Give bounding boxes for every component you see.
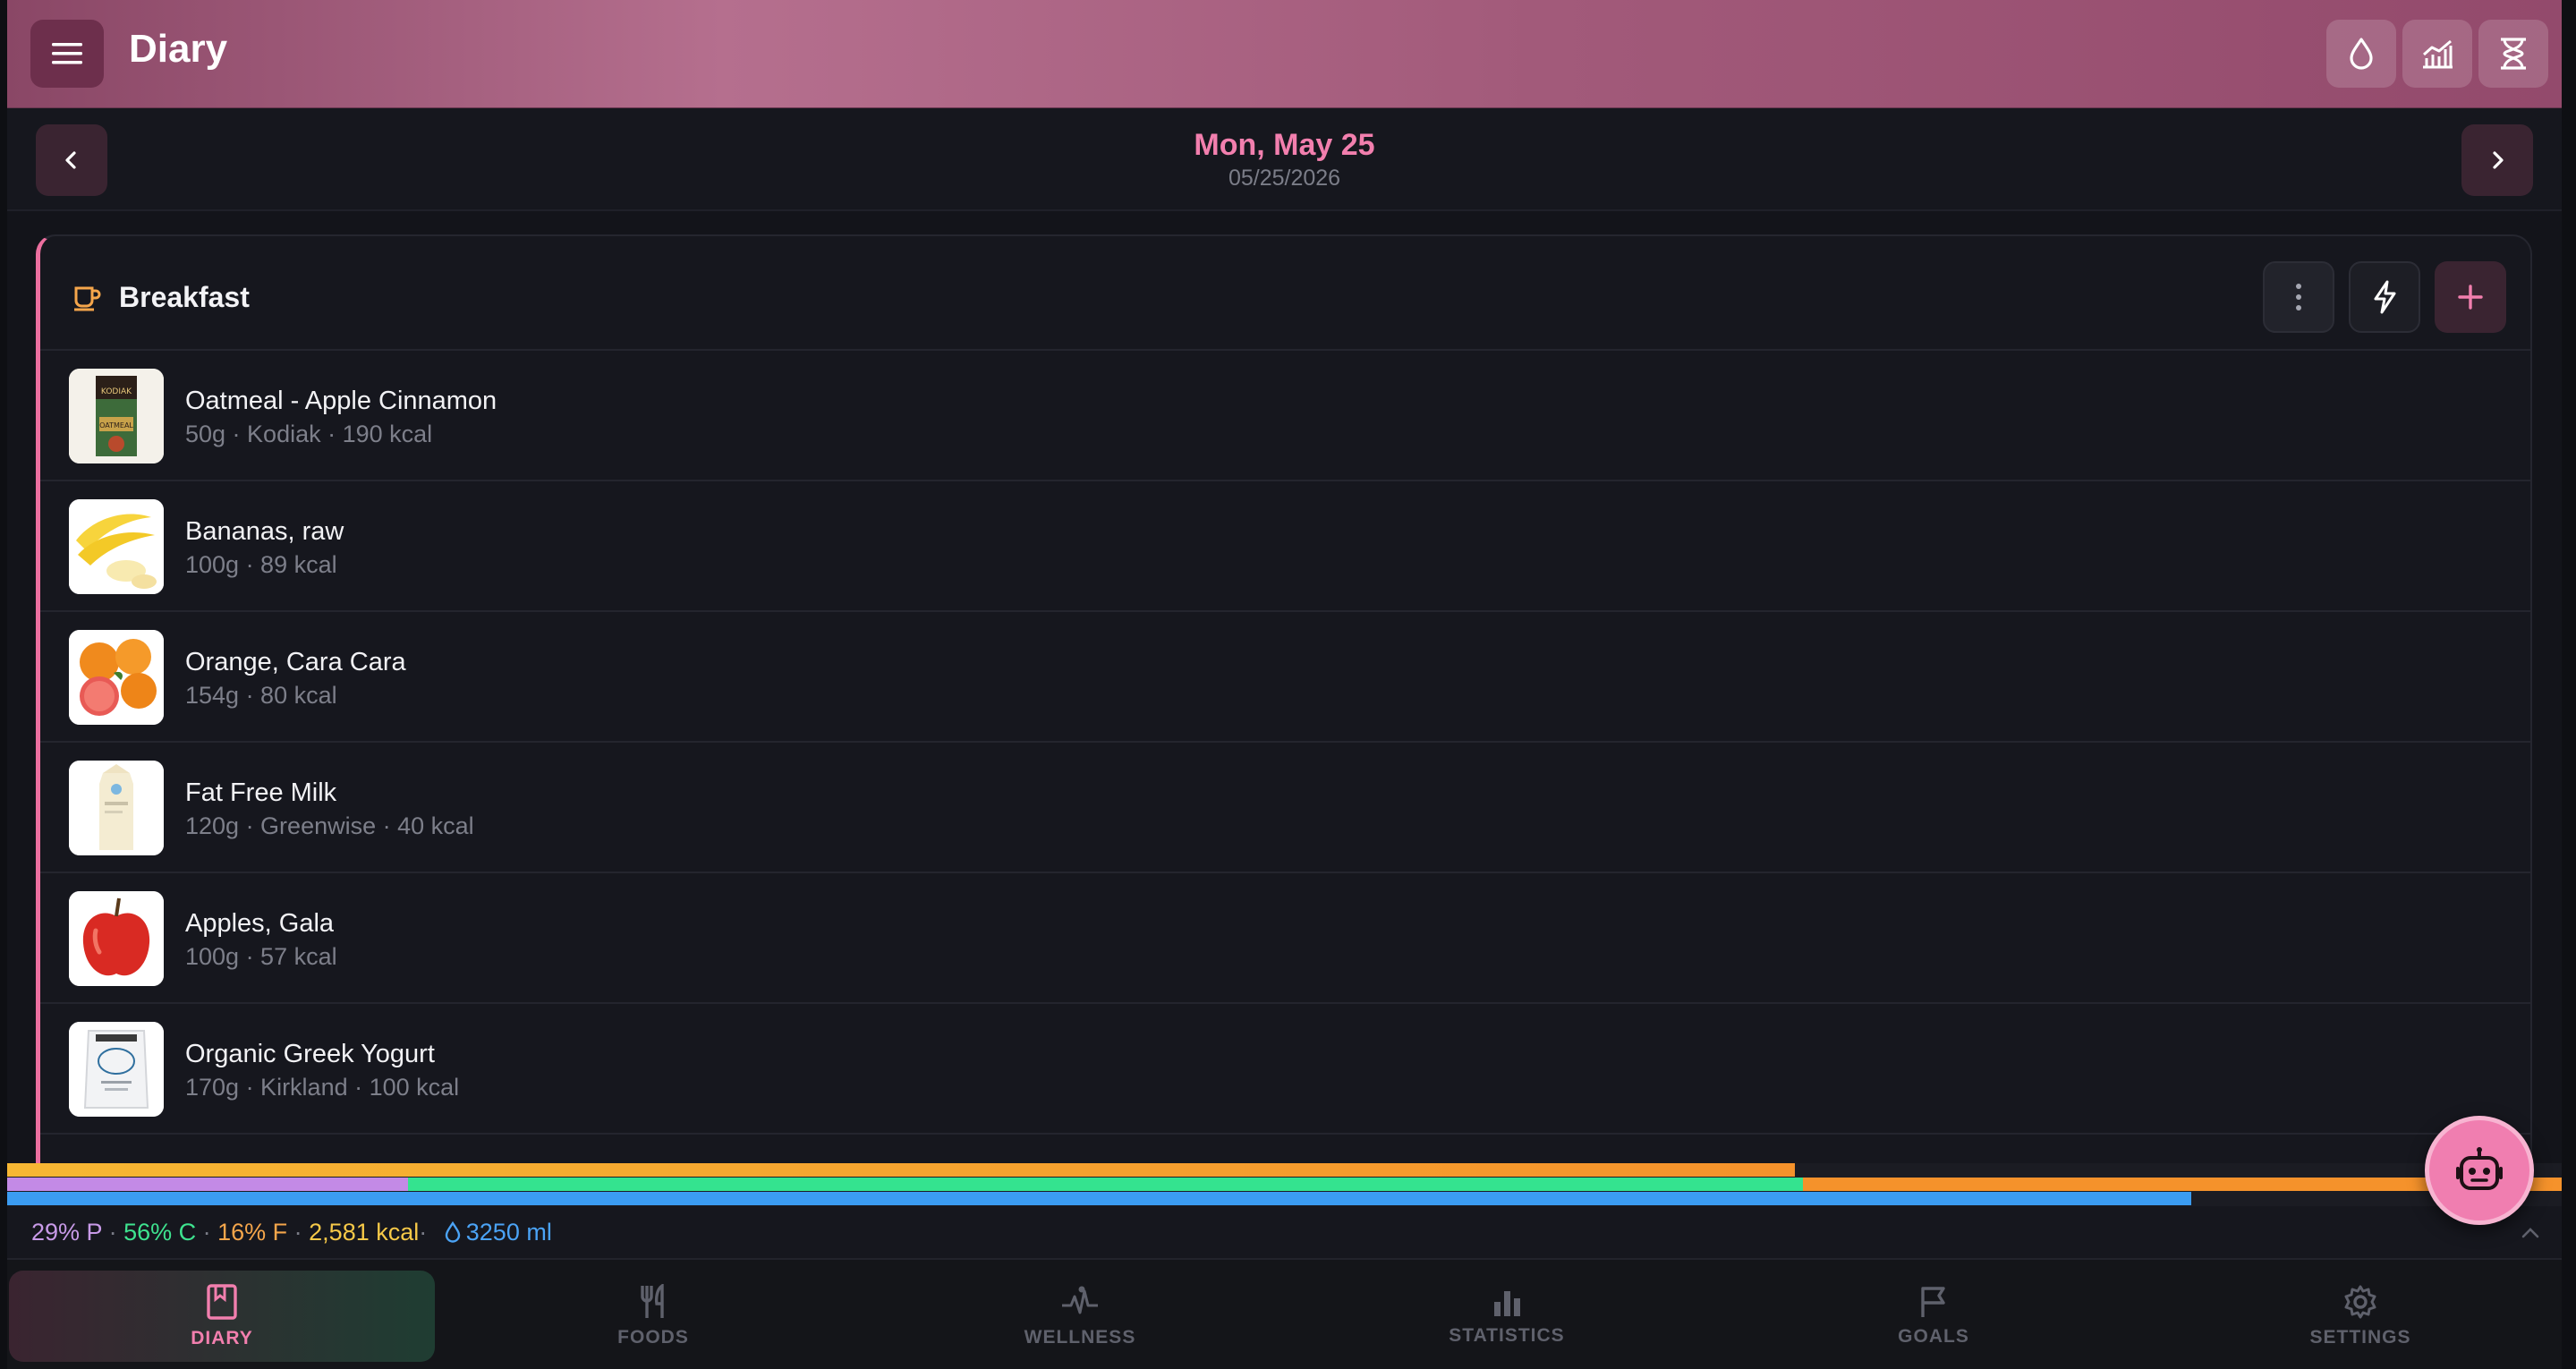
breakfast-card: Breakfast KODIAK OATMEAL Oatmeal - Apple… [36,234,2532,1165]
nav-wellness[interactable]: WELLNESS [867,1271,1293,1362]
meal-title: Breakfast [119,281,250,313]
food-details: 120g · Greenwise · 40 kcal [185,812,474,839]
separator: · [419,1219,428,1246]
add-food-button[interactable] [2435,261,2506,333]
food-row[interactable]: Organic Greek Yogurt 170g · Kirkland · 1… [40,1004,2530,1135]
water-total: 3250 ml [465,1219,552,1246]
daily-progress-bars[interactable] [7,1163,2562,1206]
nav-goals[interactable]: GOALS [1721,1271,2147,1362]
water-progress-bar [7,1192,2191,1205]
ai-assistant-button[interactable] [2425,1116,2534,1225]
food-row[interactable]: Orange, Cara Cara 154g · 80 kcal [40,612,2530,743]
nav-label: SETTINGS [2309,1327,2411,1348]
food-name: Apples, Gala [185,909,335,938]
water-button[interactable] [2326,20,2396,88]
current-date[interactable]: Mon, May 25 [7,128,2562,163]
protein-progress-bar [7,1178,408,1191]
menu-icon [52,43,82,64]
carbs-percent: 56% C [123,1219,197,1246]
bottom-navigation: DIARY FOODS WELLNESS STATISTICS GOALS SE… [7,1260,2562,1369]
fasting-button[interactable] [2478,20,2548,88]
food-thumbnail [69,891,164,986]
food-details: 100g · 89 kcal [185,551,337,578]
food-details: 50g · Kodiak · 190 kcal [185,421,433,447]
food-name: Organic Greek Yogurt [185,1040,435,1068]
svg-text:KODIAK: KODIAK [101,387,132,396]
menu-button[interactable] [30,20,104,88]
next-day-button[interactable] [2461,124,2533,196]
food-name: Fat Free Milk [185,778,337,807]
nav-label: DIARY [191,1328,253,1348]
window-left-edge [0,0,7,1369]
window-right-edge [2562,0,2576,1369]
bananas-image [69,499,164,594]
app-header: Diary [7,0,2562,108]
chart-trend-icon [2423,39,2453,69]
fat-percent: 16% F [217,1219,288,1246]
meal-header: Breakfast [40,236,2530,351]
nav-label: FOODS [617,1327,689,1348]
wellness-pulse-icon [1062,1286,1098,1314]
nutrition-summary[interactable]: 29% P · 56% C · 16% F · 2,581 kcal· 3250… [7,1206,2562,1260]
food-thumbnail [69,1022,164,1117]
calories-total: 2,581 kcal [309,1219,420,1246]
food-thumbnail: KODIAK OATMEAL [69,369,164,463]
oranges-image [69,630,164,725]
nav-diary[interactable]: DIARY [9,1271,435,1362]
oatmeal-box-image: KODIAK OATMEAL [69,369,164,463]
food-row[interactable]: Fat Free Milk 120g · Greenwise · 40 kcal [40,743,2530,873]
food-thumbnail [69,499,164,594]
date-navigator: Mon, May 25 05/25/2026 [7,108,2562,211]
plus-icon [2458,285,2483,310]
nav-settings[interactable]: SETTINGS [2147,1271,2573,1362]
food-details: 100g · 57 kcal [185,943,337,970]
milk-carton-image [69,761,164,855]
apple-image [69,891,164,986]
separator: · [287,1219,310,1246]
nav-label: STATISTICS [1449,1325,1565,1346]
summary-text: 29% P · 56% C · 16% F · 2,581 kcal· 3250… [31,1219,552,1246]
water-drop-icon [445,1220,460,1243]
water-drop-icon [2350,38,2373,70]
more-vertical-icon [2296,284,2301,310]
food-name: Orange, Cara Cara [185,648,406,676]
svg-text:OATMEAL: OATMEAL [99,421,133,429]
carbs-progress-bar [408,1178,1803,1191]
current-date-numeric: 05/25/2026 [1228,166,1341,191]
chevron-right-icon [2493,151,2504,169]
robot-icon [2456,1147,2503,1190]
protein-percent: 29% P [31,1219,103,1246]
separator: · [196,1219,218,1246]
nav-label: WELLNESS [1024,1327,1136,1348]
flag-icon [1921,1287,1945,1317]
book-icon [207,1284,237,1320]
nav-label: GOALS [1898,1326,1969,1347]
nav-foods[interactable]: FOODS [440,1271,866,1362]
food-thumbnail [69,630,164,725]
food-row[interactable]: Bananas, raw 100g · 89 kcal [40,481,2530,612]
page-title: Diary [129,27,228,71]
food-thumbnail [69,761,164,855]
gear-icon [2344,1285,2376,1319]
food-row[interactable]: Apples, Gala 100g · 57 kcal [40,873,2530,1004]
fork-knife-icon [641,1284,664,1318]
meal-options-button[interactable] [2263,261,2334,333]
quick-add-button[interactable] [2349,261,2420,333]
bar-chart-icon [1494,1291,1520,1316]
coffee-cup-icon [74,286,101,311]
food-details: 170g · Kirkland · 100 kcal [185,1074,460,1101]
chevron-up-icon[interactable] [2520,1224,2541,1240]
food-row[interactable]: KODIAK OATMEAL Oatmeal - Apple Cinnamon … [40,351,2530,481]
separator: · [102,1219,124,1246]
calories-progress-bar [7,1163,1795,1177]
fasting-timer-icon [2501,38,2526,70]
food-name: Bananas, raw [185,517,344,546]
trends-button[interactable] [2402,20,2472,88]
food-name: Oatmeal - Apple Cinnamon [185,387,497,415]
food-details: 154g · 80 kcal [185,682,337,709]
yogurt-bag-image [69,1022,164,1117]
lightning-icon [2374,280,2396,314]
nav-statistics[interactable]: STATISTICS [1294,1271,1720,1362]
